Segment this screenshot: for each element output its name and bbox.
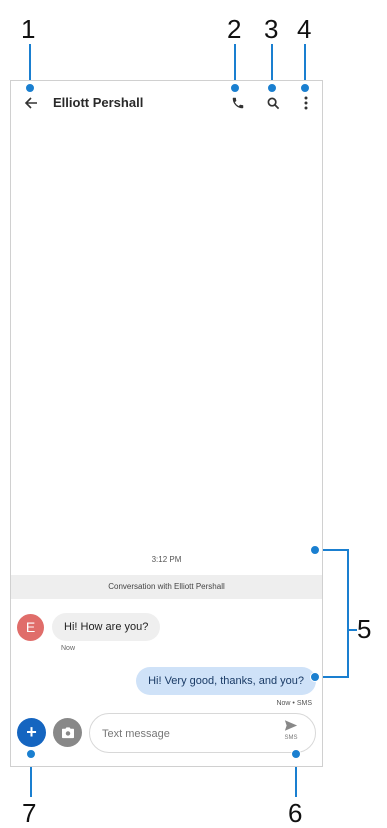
- callout-dot: [267, 83, 277, 93]
- callout-number: 4: [297, 14, 312, 44]
- outgoing-message-status: Now • SMS: [276, 700, 312, 707]
- message-input[interactable]: [100, 724, 274, 744]
- callout-number: 3: [264, 14, 279, 44]
- outgoing-message-bubble[interactable]: Hi! Very good, thanks, and you?: [136, 667, 316, 695]
- compose-bar: + SMS: [11, 713, 322, 763]
- callout-number: 2: [227, 14, 242, 44]
- callout-leader-line: [349, 629, 357, 631]
- message-timestamp: 3:12 PM: [151, 555, 182, 564]
- send-icon: [284, 720, 298, 731]
- search-icon[interactable]: [263, 93, 283, 113]
- callout-dot: [291, 749, 301, 759]
- add-attachment-button[interactable]: +: [17, 718, 46, 747]
- add-icon: +: [26, 722, 37, 742]
- message-input-container: SMS: [89, 713, 316, 753]
- send-button[interactable]: SMS: [279, 719, 303, 749]
- camera-button[interactable]: [53, 718, 82, 747]
- callout-dot: [310, 672, 320, 682]
- callout-dot: [300, 83, 310, 93]
- contact-name: Elliott Pershall: [53, 95, 144, 110]
- more-vert-icon[interactable]: [296, 93, 316, 113]
- incoming-message-bubble[interactable]: Hi! How are you?: [52, 613, 161, 641]
- camera-icon: [61, 726, 74, 738]
- conversation-banner: Conversation with Elliott Pershall: [11, 575, 322, 599]
- callout-dot: [230, 83, 240, 93]
- incoming-message-status: Now: [61, 645, 76, 652]
- callout-dot: [25, 83, 35, 93]
- phone-icon[interactable]: [228, 93, 248, 113]
- callout-dot: [26, 749, 36, 759]
- callout-number: 5: [357, 614, 372, 644]
- send-label: SMS: [284, 735, 298, 741]
- callout-leader-line: [347, 549, 349, 678]
- back-arrow-icon[interactable]: [21, 93, 41, 113]
- messaging-screen: Elliott Pershall 3:12 PM Conversation wi…: [10, 80, 323, 767]
- avatar[interactable]: E: [17, 614, 44, 641]
- callout-number: 6: [288, 798, 303, 828]
- callout-dot: [310, 545, 320, 555]
- callout-number: 1: [21, 14, 36, 44]
- callout-number: 7: [22, 798, 37, 828]
